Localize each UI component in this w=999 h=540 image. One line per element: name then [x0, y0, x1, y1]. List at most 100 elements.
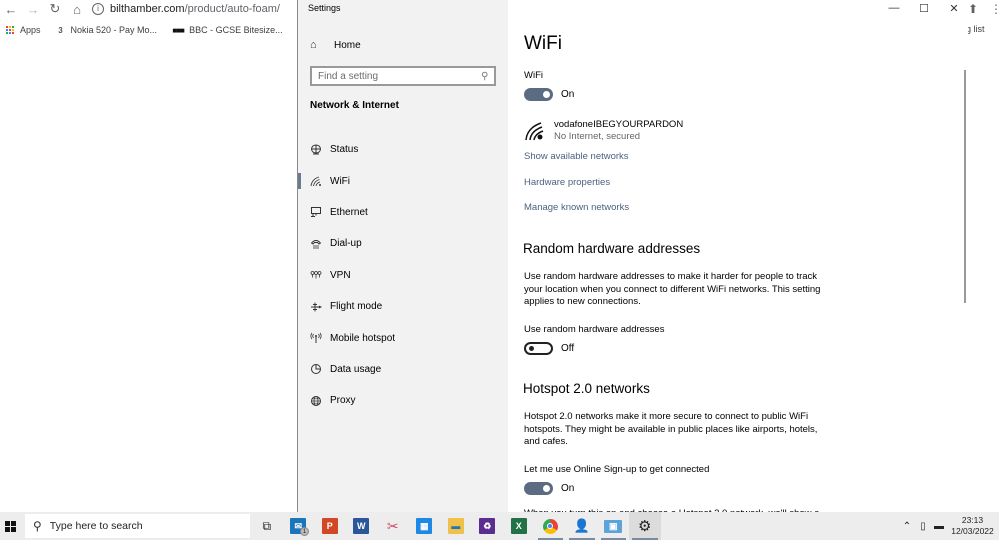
network-status: No Internet, secured [554, 131, 641, 142]
desktop: ← → ↻ ⌂ i bilthamber.com/product/auto-fo… [0, 0, 999, 540]
taskbar-file-explorer[interactable]: ▬ [440, 512, 472, 540]
window-controls: — ☐ ✕ [879, 0, 968, 16]
sidebar-item-ethernet[interactable]: Ethernet [298, 197, 508, 228]
manage-known-networks-link[interactable]: Manage known networks [524, 202, 629, 213]
page-title: WiFi [524, 33, 562, 54]
browser-right-controls: ⬆ ⋮ ng list [961, 0, 999, 40]
taskbar-clock[interactable]: 23:13 12/03/2022 [950, 515, 995, 537]
bookmark-label: Apps [20, 25, 41, 35]
sidebar-item-data-usage[interactable]: Data usage [298, 354, 508, 385]
sidebar-item-label: Data usage [330, 363, 382, 375]
show-hidden-icons-chevron-icon[interactable]: ⌃ [900, 521, 914, 532]
taskbar-word[interactable]: W [346, 512, 378, 540]
random-hw-toggle[interactable] [524, 342, 553, 355]
chrome-icon [542, 518, 558, 534]
settings-window: Settings ⌂ Home ⚲ Network & Internet Sta… [297, 0, 968, 512]
scissors-icon: ✂ [386, 517, 399, 534]
forward-button[interactable]: → [22, 0, 44, 18]
vpn-icon [310, 269, 322, 281]
reload-button[interactable]: ↻ [44, 0, 66, 18]
calendar-icon: ▦ [416, 518, 433, 534]
taskbar-snipping-tool[interactable]: ✂ [377, 512, 409, 540]
system-tray: ⌃ ▯ ▬ [900, 512, 948, 540]
gear-icon: ⚙ [638, 518, 652, 535]
taskbar-task-view[interactable]: ⧉ [251, 512, 283, 540]
find-setting-search[interactable]: ⚲ [310, 66, 496, 86]
hardware-properties-link[interactable]: Hardware properties [524, 177, 610, 188]
taskbar-photos[interactable]: ▣ [598, 512, 630, 540]
wifi-toggle[interactable] [524, 88, 553, 101]
taskbar-recycle[interactable]: ♻ [472, 512, 504, 540]
taskbar-powerpoint[interactable]: P [314, 512, 346, 540]
start-button[interactable] [0, 512, 20, 540]
usb-device-icon[interactable]: ▯ [916, 521, 930, 532]
taskbar-mail[interactable]: ✉ 1 [283, 512, 315, 540]
taskbar-apps: ⧉ ✉ 1 P W ✂ ▦ ▬ ♻ X 👤 ▣ ⚙ [251, 512, 661, 540]
sidebar-item-status[interactable]: Status [298, 134, 508, 165]
online-signup-toggle[interactable] [524, 482, 553, 495]
random-hw-description: Use random hardware addresses to make it… [524, 271, 821, 307]
browser-menu-icon[interactable]: ⋮ [990, 2, 999, 16]
sidebar-item-label: VPN [330, 269, 351, 281]
taskbar-settings[interactable]: ⚙ [629, 512, 661, 540]
taskbar-search-input[interactable] [49, 520, 230, 532]
wifi-toggle-row: On [524, 88, 574, 101]
home-icon: ⌂ [310, 39, 317, 51]
word-icon: W [353, 518, 370, 534]
connected-network[interactable]: vodafoneIBEGYOURPARDON No Internet, secu… [524, 119, 683, 143]
search-icon: ⚲ [33, 519, 42, 533]
find-setting-input[interactable] [318, 70, 468, 82]
taskbar-chrome[interactable] [535, 512, 567, 540]
status-globe-icon [310, 144, 322, 156]
minimize-button[interactable]: — [879, 0, 909, 16]
wifi-signal-icon [524, 120, 546, 142]
bookmark-apps[interactable]: Apps [5, 25, 41, 35]
sidebar-item-label: Mobile hotspot [330, 332, 396, 344]
search-icon[interactable]: ⚲ [481, 71, 488, 82]
sidebar-item-dialup[interactable]: Dial-up [298, 228, 508, 259]
address-bar[interactable]: i bilthamber.com/product/auto-foam/ [86, 0, 306, 17]
sidebar-item-vpn[interactable]: VPN [298, 260, 508, 291]
random-hw-toggle-state: Off [561, 343, 575, 354]
hotspot-icon [310, 332, 322, 344]
content-scrollbar[interactable] [964, 70, 966, 303]
site-info-icon[interactable]: i [92, 2, 104, 15]
hotspot20-heading: Hotspot 2.0 networks [523, 381, 650, 396]
taskbar-excel[interactable]: X [503, 512, 535, 540]
taskbar-user-app[interactable]: 👤 [566, 512, 598, 540]
sidebar-item-flight-mode[interactable]: Flight mode [298, 291, 508, 322]
airplane-icon [310, 301, 322, 313]
globe-icon [310, 395, 322, 407]
home-nav-item[interactable]: ⌂ Home [310, 36, 361, 54]
home-label: Home [334, 39, 361, 51]
sidebar-item-proxy[interactable]: Proxy [298, 385, 508, 416]
bbc-icon: ■■■ [172, 25, 185, 35]
hotspot20-description: Hotspot 2.0 networks make it more secure… [524, 411, 818, 447]
recycle-icon: ♻ [479, 518, 496, 534]
random-hw-toggle-label: Use random hardware addresses [524, 324, 665, 335]
close-button[interactable]: ✕ [939, 0, 968, 16]
excel-icon: X [510, 518, 527, 534]
sidebar-item-wifi[interactable]: WiFi [298, 165, 508, 196]
show-available-networks-link[interactable]: Show available networks [524, 151, 629, 162]
sidebar-item-label: Proxy [330, 395, 356, 407]
battery-icon[interactable]: ▬ [932, 521, 946, 532]
url-domain: bilthamber.com [110, 2, 185, 15]
extension-icon[interactable]: ⬆ [968, 2, 978, 16]
folder-icon: ▬ [447, 518, 464, 534]
clock-time: 23:13 [961, 515, 984, 525]
home-button[interactable]: ⌂ [66, 0, 88, 18]
taskbar-search[interactable]: ⚲ [25, 514, 250, 538]
sidebar-item-mobile-hotspot[interactable]: Mobile hotspot [298, 322, 508, 353]
powerpoint-icon: P [321, 518, 338, 534]
bookmark-label: Nokia 520 - Pay Mo... [70, 25, 158, 35]
task-view-icon: ⧉ [262, 518, 272, 533]
online-signup-toggle-label: Let me use Online Sign-up to get connect… [524, 464, 710, 475]
random-hw-heading: Random hardware addresses [523, 241, 701, 256]
taskbar-calendar[interactable]: ▦ [409, 512, 441, 540]
sidebar-nav: Status WiFi Ethernet Dial-up VPN Flight … [298, 134, 508, 417]
bookmark-bbc[interactable]: ■■■ BBC - GCSE Bitesize... [172, 25, 282, 35]
maximize-button[interactable]: ☐ [909, 0, 939, 16]
back-button[interactable]: ← [0, 0, 22, 18]
bookmark-nokia[interactable]: 3 Nokia 520 - Pay Mo... [56, 25, 158, 35]
